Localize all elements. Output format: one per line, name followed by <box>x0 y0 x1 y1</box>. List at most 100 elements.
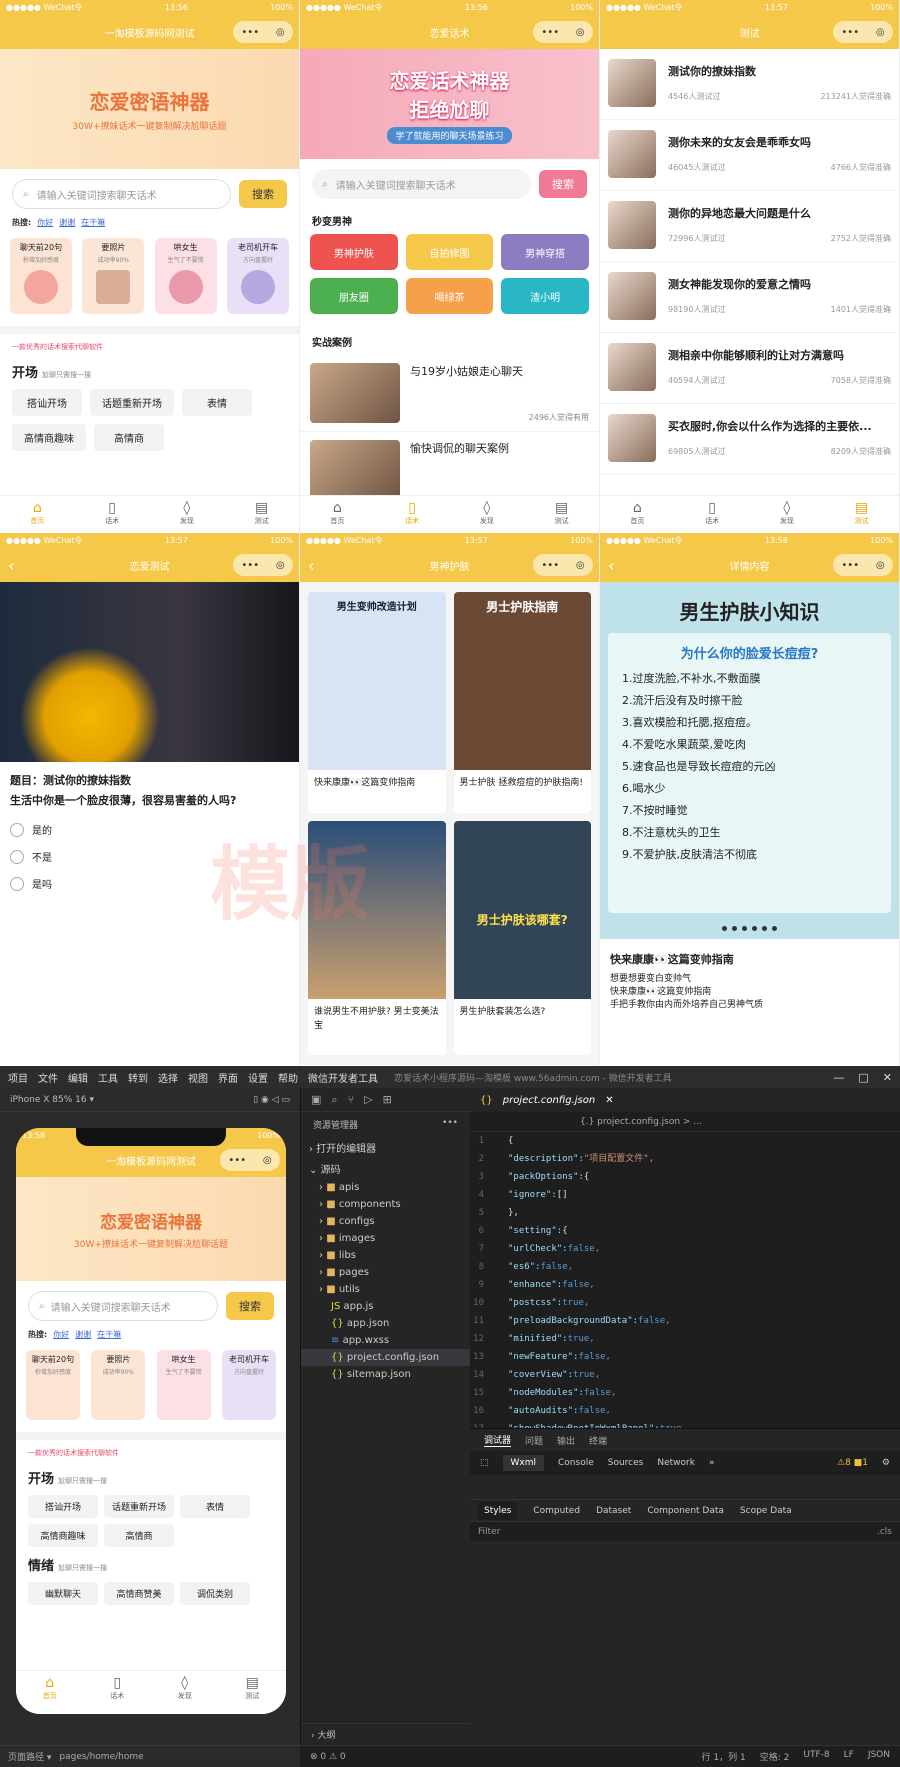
carousel-dots[interactable] <box>600 918 899 939</box>
post-card[interactable]: 男士护肤指南 男士护肤 拯救痘痘的护肤指南! <box>453 592 591 813</box>
menu-item[interactable]: 编辑 <box>68 1070 88 1085</box>
code-line[interactable]: 1{ <box>470 1132 900 1150</box>
more-icon[interactable]: ••• <box>442 1118 458 1131</box>
hot-link[interactable]: 你好 <box>53 1330 69 1339</box>
close-icon[interactable]: ◎ <box>876 27 885 38</box>
search-button[interactable]: 搜索 <box>239 180 287 208</box>
close-icon[interactable]: ◎ <box>263 1155 272 1166</box>
chip[interactable]: 高情商 <box>104 1524 174 1547</box>
code-line[interactable]: 2 "description": "项目配置文件", <box>470 1150 900 1168</box>
code-line[interactable]: 7 "urlCheck": false, <box>470 1240 900 1258</box>
back-icon[interactable]: ‹ <box>608 556 614 575</box>
code-line[interactable]: 13 "newFeature": false, <box>470 1348 900 1366</box>
chip[interactable]: 高情商趣味 <box>12 424 86 451</box>
device-select[interactable]: iPhone X 85% 16 ▾ <box>10 1095 94 1105</box>
maximize-icon[interactable]: □ <box>858 1071 868 1084</box>
code-line[interactable]: 4 "ignore": [] <box>470 1186 900 1204</box>
hot-link[interactable]: 在干嘛 <box>97 1330 121 1339</box>
code-line[interactable]: 11 "preloadBackgroundData": false, <box>470 1312 900 1330</box>
case-item[interactable]: 与19岁小姑娘走心聊天 2496人觉得有用 <box>300 355 599 432</box>
test-item[interactable]: 测相亲中你能够顺利的让对方满意吗 40594人测试过 7058人觉得准确 <box>600 333 899 404</box>
home-banner[interactable]: 恋爱密语神器 30W+撩妹话术一键复制解决尬聊话题 <box>16 1177 286 1281</box>
tab-find[interactable]: ◊ 发现 <box>450 496 525 533</box>
tab-problems[interactable]: 问题 <box>525 1434 543 1447</box>
post-card[interactable]: 男士护肤该哪套? 男生护肤套装怎么选? <box>453 820 591 1055</box>
tree-file[interactable]: ≡ app.wxss <box>301 1332 470 1349</box>
language-mode[interactable]: JSON <box>868 1750 890 1763</box>
tab-home[interactable]: ⌂ 首页 <box>0 496 75 533</box>
chip[interactable]: 调侃类别 <box>180 1582 250 1605</box>
close-icon[interactable]: ◎ <box>876 560 885 571</box>
tab-test[interactable]: ▤ 测试 <box>824 496 899 533</box>
capsule[interactable]: ••• ◎ <box>233 21 293 43</box>
post-card[interactable]: 男生变帅改造计划 快来康康👀这篇变帅指南 <box>308 592 446 813</box>
menu-item[interactable]: 设置 <box>248 1070 268 1085</box>
menu-item[interactable]: 文件 <box>38 1070 58 1085</box>
cursor-position[interactable]: 行 1，列 1 <box>702 1750 746 1763</box>
outline-section[interactable]: › 大纲 <box>301 1723 470 1745</box>
more-icon[interactable]: ••• <box>228 1155 246 1166</box>
code-line[interactable]: 8 "es6": false, <box>470 1258 900 1276</box>
styles-filter[interactable]: Filter .cls <box>470 1521 900 1541</box>
close-window-icon[interactable]: ✕ <box>883 1071 892 1084</box>
code-line[interactable]: 16 "autoAudits": false, <box>470 1402 900 1420</box>
feature-card[interactable]: 哄女生 生气了不要慌 <box>154 238 217 314</box>
search-input[interactable]: ⌕ 请输入关键词搜索聊天话术 <box>312 169 531 199</box>
tab-output[interactable]: 输出 <box>557 1434 575 1447</box>
chip[interactable]: 搭讪开场 <box>12 389 82 416</box>
back-icon[interactable]: ‹ <box>308 556 314 575</box>
menu-item[interactable]: 帮助 <box>278 1070 298 1085</box>
tree-folder[interactable]: › ■ configs <box>301 1213 470 1230</box>
tab-network[interactable]: Network <box>657 1458 695 1468</box>
tab-component-data[interactable]: Component Data <box>647 1506 724 1516</box>
tab-console[interactable]: Console <box>558 1458 594 1468</box>
tree-file[interactable]: JS app.js <box>301 1298 470 1315</box>
filter-input[interactable]: Filter <box>478 1527 500 1537</box>
more-icon[interactable]: ••• <box>841 27 859 38</box>
line-ending[interactable]: LF <box>844 1750 854 1763</box>
search-input[interactable]: ⌕ 请输入关键词搜索聊天话术 <box>12 179 231 209</box>
capsule[interactable]: ••• ◎ <box>233 554 293 576</box>
cls-toggle[interactable]: .cls <box>877 1527 892 1537</box>
code-line[interactable]: 12 "minified": true, <box>470 1330 900 1348</box>
category-button[interactable]: 喝绿茶 <box>405 278 494 314</box>
minimize-icon[interactable]: — <box>833 1071 844 1084</box>
files-icon[interactable]: ▣ <box>311 1093 321 1106</box>
tab-talk[interactable]: ▯ 话术 <box>75 496 150 533</box>
radio-icon[interactable] <box>10 876 24 891</box>
feature-card[interactable]: 要照片 成功率90% <box>82 238 145 314</box>
capsule[interactable]: ••• ◎ <box>220 1149 280 1171</box>
tree-file-selected[interactable]: {} project.config.json <box>301 1349 470 1366</box>
feature-card[interactable]: 聊天前20句 秒增加好感度 <box>10 238 72 314</box>
debug-icon[interactable]: ▷ <box>364 1093 372 1106</box>
talk-banner[interactable]: 恋爱话术神器 拒绝尬聊 学了就能用的聊天场景练习 <box>300 49 599 159</box>
tab-sources[interactable]: Sources <box>608 1458 644 1468</box>
chip[interactable]: 表情 <box>182 389 252 416</box>
problem-counts[interactable]: ⊗ 0 ⚠ 0 <box>310 1752 346 1762</box>
tab-home[interactable]: ⌂ 首页 <box>600 496 675 533</box>
hot-link[interactable]: 在干嘛 <box>81 218 105 227</box>
test-item[interactable]: 买衣服时,你会以什么作为选择的主要依... 69805人测试过 8209人觉得准确 <box>600 404 899 475</box>
tab-test[interactable]: ▤ 测试 <box>524 496 599 533</box>
quiz-option[interactable]: 不是 <box>0 843 299 870</box>
menu-item[interactable]: 微信开发者工具 <box>308 1070 378 1085</box>
hot-link[interactable]: 谢谢 <box>75 1330 91 1339</box>
capsule[interactable]: ••• ◎ <box>833 554 893 576</box>
git-icon[interactable]: ⑂ <box>348 1093 355 1106</box>
more-icon[interactable]: ••• <box>841 560 859 571</box>
tab-styles[interactable]: Styles <box>478 1501 518 1520</box>
chip[interactable]: 表情 <box>180 1495 251 1518</box>
tree-folder[interactable]: › ■ pages <box>301 1264 470 1281</box>
menu-item[interactable]: 视图 <box>188 1070 208 1085</box>
tree-folder[interactable]: › ■ libs <box>301 1247 470 1264</box>
tab-home[interactable]: ⌂ 首页 <box>16 1671 84 1714</box>
indent-setting[interactable]: 空格: 2 <box>760 1750 790 1763</box>
category-button[interactable]: 渣小明 <box>501 278 589 314</box>
quiz-option[interactable]: 是的 <box>0 816 299 843</box>
category-button[interactable]: 男神穿搭 <box>501 234 589 270</box>
chip[interactable]: 话题重新开场 <box>90 389 174 416</box>
radio-icon[interactable] <box>10 849 24 864</box>
hot-link[interactable]: 你好 <box>37 218 53 227</box>
tab-home[interactable]: ⌂ 首页 <box>300 496 375 533</box>
category-button[interactable]: 朋友圈 <box>310 278 398 314</box>
